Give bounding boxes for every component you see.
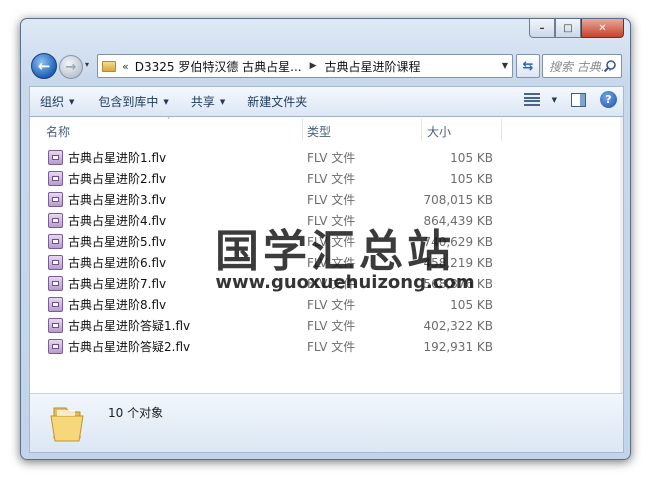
- file-name: 古典占星进阶3.flv: [68, 193, 167, 207]
- caption-buttons: – □ ✕: [529, 19, 624, 38]
- breadcrumb-segment-parent[interactable]: D3325 罗伯特汉德 古典占星...: [135, 58, 302, 75]
- share-label: 共享: [190, 95, 215, 109]
- file-name: 古典占星进阶4.flv: [68, 214, 167, 228]
- dropdown-arrow-icon: ▼: [163, 97, 169, 106]
- column-header-name[interactable]: 名称: [46, 123, 70, 140]
- command-toolbar: 组织 ▼ 包含到库中 ▼ 共享 ▼ 新建文件夹 ▼ ?: [29, 86, 624, 117]
- file-name: 古典占星进阶5.flv: [68, 235, 167, 249]
- file-type: FLV 文件: [307, 193, 356, 207]
- forward-arrow-icon: →: [65, 59, 77, 75]
- maximize-button[interactable]: □: [555, 19, 581, 38]
- column-header-row: ˄ 名称 类型 大小: [30, 117, 623, 142]
- column-header-type[interactable]: 类型: [307, 123, 331, 140]
- minimize-button[interactable]: –: [529, 19, 555, 38]
- video-file-icon: [48, 276, 63, 291]
- navigation-row: ← → ▾ « D3325 罗伯特汉德 古典占星... ▶ 古典占星进阶课程 ▼…: [29, 51, 624, 81]
- organize-menu[interactable]: 组织 ▼: [30, 87, 81, 116]
- video-file-icon: [48, 213, 63, 228]
- file-row[interactable]: 古典占星进阶2.flv FLV 文件 105 KB: [30, 168, 623, 189]
- watermark-url: www.guoxuehuizong.com: [215, 272, 475, 293]
- scrollbar[interactable]: [620, 117, 623, 393]
- file-type: FLV 文件: [307, 298, 356, 312]
- file-list-pane[interactable]: ˄ 名称 类型 大小 古典占星进阶1.flv FLV 文件 105 KB 古典占…: [29, 117, 624, 423]
- sort-ascending-icon: ˄: [167, 117, 171, 125]
- file-size: 105 KB: [450, 150, 493, 165]
- breadcrumb-segment-current[interactable]: 古典占星进阶课程: [325, 58, 421, 75]
- include-in-library-menu[interactable]: 包含到库中 ▼: [91, 87, 175, 116]
- details-view-icon: [523, 93, 540, 106]
- back-arrow-icon: ←: [37, 57, 51, 75]
- file-name: 古典占星进阶6.flv: [68, 256, 167, 270]
- forward-button[interactable]: →: [59, 55, 83, 79]
- video-file-icon: [48, 297, 63, 312]
- file-size: 105 KB: [450, 171, 493, 186]
- address-overflow-chevron[interactable]: «: [122, 60, 129, 73]
- file-name: 古典占星进阶答疑1.flv: [68, 319, 191, 333]
- folder-icon: [102, 60, 116, 72]
- file-size: 708,015 KB: [423, 192, 493, 207]
- file-name: 古典占星进阶答疑2.flv: [68, 340, 191, 354]
- address-dropdown-icon[interactable]: ▼: [502, 61, 508, 70]
- file-type: FLV 文件: [307, 151, 356, 165]
- details-pane: 10 个对象: [29, 393, 624, 453]
- dropdown-arrow-icon: ▼: [69, 97, 75, 106]
- explorer-window: – □ ✕ ← → ▾ « D3325 罗伯特汉德 古典占星... ▶ 古典占星…: [20, 18, 631, 460]
- item-count: 10 个对象: [108, 406, 164, 420]
- toolbar-right: ▼ ?: [523, 91, 617, 108]
- column-divider[interactable]: [501, 118, 502, 141]
- file-size: 105 KB: [450, 297, 493, 312]
- new-folder-button[interactable]: 新建文件夹: [240, 87, 314, 116]
- breadcrumb-separator-icon[interactable]: ▶: [310, 61, 317, 71]
- change-view-button[interactable]: ▼: [523, 93, 557, 106]
- refresh-icon: ⇆: [522, 58, 534, 74]
- file-row[interactable]: 古典占星进阶答疑2.flv FLV 文件 192,931 KB: [30, 336, 623, 357]
- file-row[interactable]: 古典占星进阶1.flv FLV 文件 105 KB: [30, 147, 623, 168]
- search-input[interactable]: 搜索 古典...: [542, 54, 622, 78]
- share-menu[interactable]: 共享 ▼: [184, 87, 232, 116]
- file-row[interactable]: 古典占星进阶3.flv FLV 文件 708,015 KB: [30, 189, 623, 210]
- video-file-icon: [48, 171, 63, 186]
- file-type: FLV 文件: [307, 172, 356, 186]
- file-type: FLV 文件: [307, 319, 356, 333]
- video-file-icon: [48, 339, 63, 354]
- close-button[interactable]: ✕: [581, 19, 624, 38]
- include-in-library-label: 包含到库中: [98, 95, 159, 109]
- file-name: 古典占星进阶2.flv: [68, 172, 167, 186]
- video-file-icon: [48, 318, 63, 333]
- column-header-size[interactable]: 大小: [427, 123, 451, 140]
- file-name: 古典占星进阶8.flv: [68, 298, 167, 312]
- video-file-icon: [48, 234, 63, 249]
- file-size: 402,322 KB: [423, 318, 493, 333]
- address-bar[interactable]: « D3325 罗伯特汉德 古典占星... ▶ 古典占星进阶课程 ▼: [97, 54, 513, 78]
- file-row[interactable]: 古典占星进阶8.flv FLV 文件 105 KB: [30, 294, 623, 315]
- file-size: 192,931 KB: [423, 339, 493, 354]
- recent-pages-dropdown[interactable]: ▾: [85, 60, 89, 69]
- organize-label: 组织: [40, 95, 65, 109]
- preview-pane-icon[interactable]: [571, 92, 586, 107]
- watermark-title: 国学汇总站: [215, 226, 455, 277]
- video-file-icon: [48, 192, 63, 207]
- folder-icon: [50, 407, 84, 442]
- search-icon[interactable]: [603, 59, 617, 73]
- column-divider[interactable]: [421, 118, 422, 141]
- new-folder-label: 新建文件夹: [247, 95, 308, 109]
- file-type: FLV 文件: [307, 340, 356, 354]
- file-row[interactable]: 古典占星进阶答疑1.flv FLV 文件 402,322 KB: [30, 315, 623, 336]
- column-divider[interactable]: [302, 118, 303, 141]
- back-button[interactable]: ←: [31, 53, 57, 79]
- help-icon[interactable]: ?: [600, 91, 617, 108]
- refresh-button[interactable]: ⇆: [516, 54, 540, 78]
- dropdown-arrow-icon: ▼: [219, 97, 226, 106]
- file-name: 古典占星进阶7.flv: [68, 277, 167, 291]
- view-dropdown-arrow-icon: ▼: [551, 95, 557, 104]
- file-name: 古典占星进阶1.flv: [68, 151, 167, 165]
- video-file-icon: [48, 255, 63, 270]
- video-file-icon: [48, 150, 63, 165]
